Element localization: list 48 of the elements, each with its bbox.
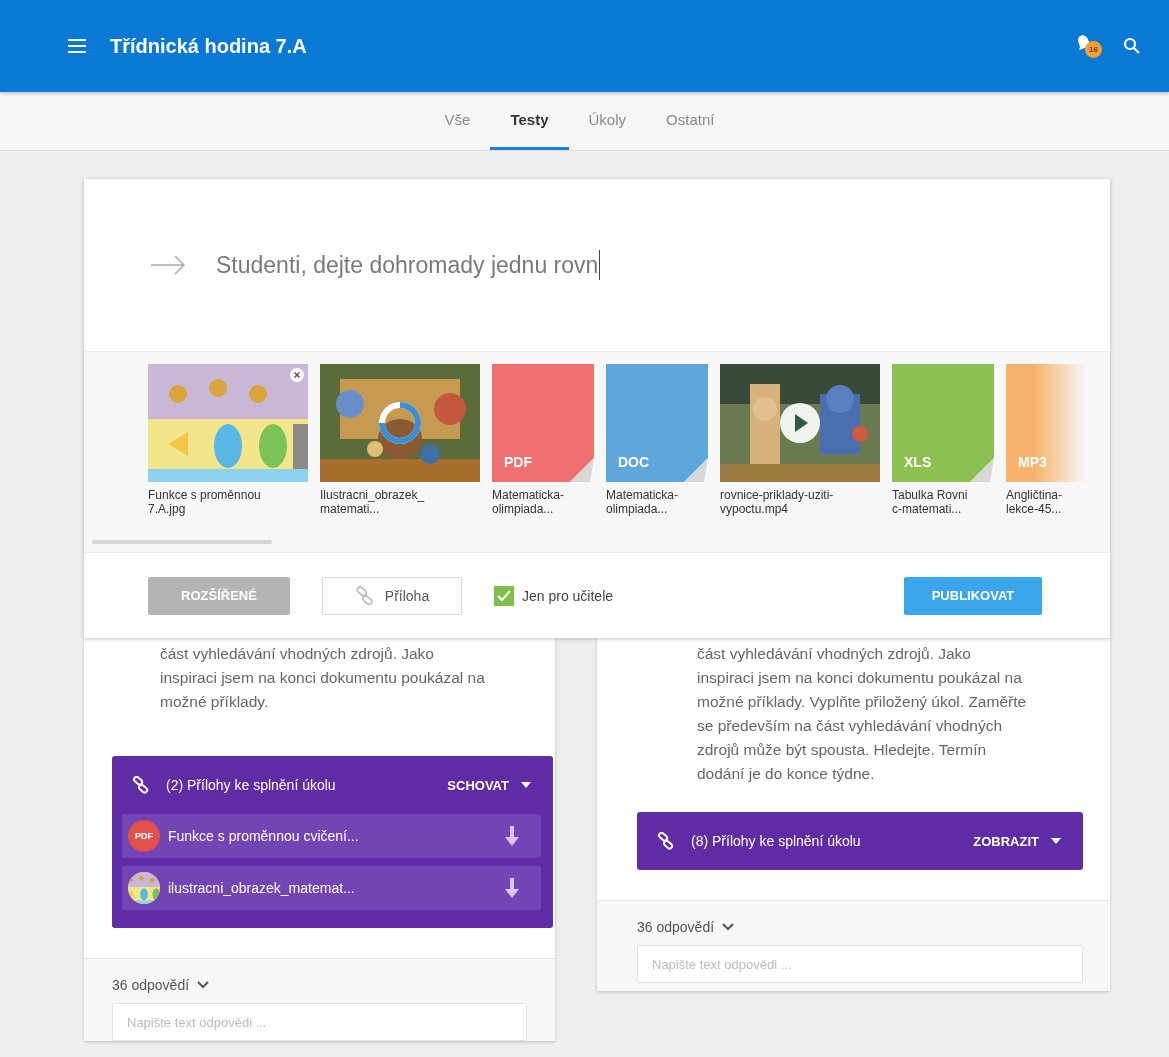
publish-button[interactable]: PUBLIKOVAT — [904, 576, 1042, 615]
download-icon[interactable] — [505, 826, 519, 846]
file-type-badge: PDF — [128, 820, 160, 852]
attachments-title: (8) Přílohy ke splnění úkolu — [691, 833, 862, 849]
play-icon[interactable] — [780, 403, 820, 443]
search-icon[interactable] — [1123, 37, 1141, 55]
link-icon — [354, 585, 375, 606]
chevron-down-icon[interactable] — [722, 923, 735, 931]
tab[interactable]: Vše — [424, 92, 491, 150]
replies-count[interactable]: 36 odpovědí — [112, 977, 190, 993]
caret-icon — [521, 782, 531, 788]
attachments-title: (2) Přílohy ke splnění úkolu — [166, 777, 337, 793]
tab[interactable]: Testy — [490, 92, 569, 150]
file-name: Ilustracni_obrazek_ matemati... — [320, 488, 426, 516]
checkbox-label: Jen pro učitele — [522, 587, 614, 604]
link-icon — [132, 776, 150, 794]
file-name: Angličtina- lekce-45... — [1006, 488, 1064, 516]
file-name: Matematicka- olimpiada... — [606, 488, 680, 516]
file-name: Tabulka Rovni c-matemati... — [892, 488, 969, 516]
attachment-item[interactable]: PDF Funkce s proměnnou cvičení... — [122, 814, 541, 858]
file-name: Matematicka- olimpiada... — [492, 488, 566, 516]
checkbox[interactable] — [494, 585, 514, 606]
file-name: Funkce s proměnnou 7.A.jpg — [148, 488, 262, 516]
message-field[interactable]: Studenti, dejte dohromady jednu rovn — [216, 246, 601, 284]
reply-field[interactable]: Napište text odpovědi ... — [637, 945, 1083, 983]
download-icon[interactable] — [505, 878, 519, 898]
tab[interactable]: Ostatní — [646, 92, 735, 150]
notification-badge: 16 — [1085, 41, 1102, 58]
toggle-button[interactable]: SCHOVAT — [443, 773, 535, 797]
file-name: rovnice-priklady-uziti- vypoctu.mp4 — [720, 488, 835, 516]
tab[interactable]: Úkoly — [568, 92, 647, 150]
arrow-icon — [150, 255, 186, 275]
caret-icon — [1051, 838, 1061, 844]
scrollbar[interactable] — [92, 540, 272, 544]
close-icon[interactable] — [290, 368, 304, 382]
attachment-button[interactable]: Příloha — [322, 576, 462, 615]
file-thumbnail[interactable]: PDF — [492, 364, 594, 482]
replies-count[interactable]: 36 odpovědí — [637, 919, 715, 935]
post-text: část vyhledávání vhodných zdrojů. Jako inspiraci jsem na konci dokumentu poukázal na možné příklady. — [159, 644, 486, 712]
app-title: Třídnická hodina 7.A — [110, 34, 308, 58]
file-thumbnail[interactable]: DOC — [606, 364, 708, 482]
reply-field[interactable]: Napište text odpovědi ... — [112, 1003, 527, 1041]
toggle-button[interactable]: ZOBRAZIT — [969, 829, 1065, 853]
chevron-down-icon[interactable] — [197, 981, 210, 989]
link-icon — [657, 832, 675, 850]
menu-icon[interactable] — [68, 38, 88, 54]
attachment-item[interactable]: ilustracni_obrazek_matemat... — [122, 866, 541, 910]
post-text: část vyhledávání vhodných zdrojů. Jako inspiraci jsem na konci dokumentu poukázal na možné příklady. Vyplňte přiložený úkol. Zaměřte se především na část vyhledávání vhodných zdrojů může být spousta. Hledejte. Termín dodání je do konce týdne. — [696, 644, 1028, 784]
